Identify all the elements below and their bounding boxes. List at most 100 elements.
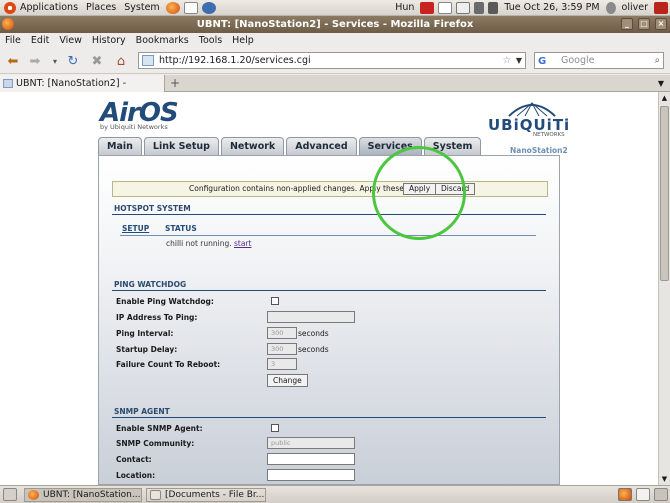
show-desktop-icon[interactable]	[3, 488, 17, 501]
applications-menu[interactable]: Applications	[0, 0, 82, 16]
menu-edit[interactable]: Edit	[26, 35, 54, 46]
url-dropdown-icon[interactable]: ▼	[516, 53, 522, 68]
ip-to-ping-input[interactable]	[267, 311, 355, 323]
network-icon[interactable]	[488, 1, 499, 14]
scroll-up-icon[interactable]: ▲	[659, 92, 670, 104]
top-panel: Applications Places System Hun Tue Oct 2…	[0, 0, 670, 16]
device-name: NanoStation2	[510, 146, 568, 155]
mail-launcher-icon[interactable]	[183, 1, 198, 14]
stop-icon[interactable]: ✖	[88, 52, 106, 70]
trash-icon[interactable]	[654, 488, 668, 501]
location-input[interactable]	[267, 469, 355, 481]
keyboard-layout-indicator[interactable]: Hun	[391, 0, 418, 16]
menu-file[interactable]: File	[0, 35, 26, 46]
enable-ping-watchdog-checkbox[interactable]	[271, 297, 279, 305]
bookmark-star-icon[interactable]: ☆	[502, 53, 511, 68]
maximize-button[interactable]: □	[638, 18, 650, 30]
taskbar-firefox-icon	[28, 490, 39, 500]
menu-history[interactable]: History	[87, 35, 131, 46]
menu-bar: File Edit View History Bookmarks Tools H…	[0, 33, 670, 48]
search-bar[interactable]: G Google ⌕	[534, 52, 664, 69]
tab-main[interactable]: Main	[98, 137, 142, 155]
unapplied-changes-notice: Configuration contains non-applied chang…	[112, 181, 548, 197]
ping-watchdog-divider	[112, 290, 546, 291]
snmp-community-input[interactable]: public	[267, 437, 355, 449]
menu-tools[interactable]: Tools	[194, 35, 227, 46]
taskbar-file-browser-window[interactable]: [Documents - File Br...	[146, 488, 266, 502]
shutdown-icon[interactable]	[654, 1, 668, 14]
enable-snmp-checkbox[interactable]	[271, 424, 279, 432]
page-scrollbar[interactable]: ▲ ▼	[658, 92, 670, 485]
snmp-community-label: SNMP Community:	[116, 439, 195, 448]
volume-icon[interactable]	[474, 1, 485, 14]
navigation-toolbar: ⬅ ➡ ▾ ↻ ✖ ⌂ http://192.168.1.20/services…	[0, 48, 670, 74]
scroll-thumb[interactable]	[660, 106, 669, 281]
tab-services[interactable]: UBNT: [NanoStation2] - Services	[0, 75, 165, 106]
contact-input[interactable]	[267, 453, 355, 465]
startup-delay-units: seconds	[298, 345, 329, 354]
ping-interval-input[interactable]: 300	[267, 327, 297, 339]
window-title: UBNT: [NanoStation2] - Services - Mozill…	[196, 19, 474, 30]
tab-bar: UBNT: [NanoStation2] - Services + ▼	[0, 75, 670, 106]
notes-icon[interactable]	[438, 1, 453, 14]
hotspot-status-text: chilli not running.	[166, 239, 232, 248]
menu-help[interactable]: Help	[227, 35, 259, 46]
highlight-circle-annotation	[372, 146, 466, 240]
ubuntu-logo-icon	[4, 1, 16, 14]
taskbar-file-browser-label: [Documents - File Br...	[165, 490, 265, 500]
hotspot-status-tab[interactable]: STATUS	[165, 224, 197, 233]
site-favicon-icon	[142, 55, 154, 66]
change-button[interactable]: Change	[267, 374, 308, 387]
tab-favicon-icon	[3, 79, 13, 88]
mail-indicator-icon[interactable]	[456, 1, 471, 14]
window-titlebar[interactable]: UBNT: [NanoStation2] - Services - Mozill…	[0, 16, 670, 33]
url-bar[interactable]: http://192.168.1.20/services.cgi ☆ ▼	[138, 52, 526, 69]
hotspot-subtab-divider	[120, 235, 536, 236]
tab-advanced[interactable]: Advanced	[286, 137, 357, 155]
search-placeholder: Google	[561, 55, 595, 66]
google-engine-icon[interactable]: G	[538, 54, 550, 67]
tab-network[interactable]: Network	[220, 137, 285, 155]
help-launcher-icon[interactable]	[201, 1, 216, 14]
bottom-taskbar: UBNT: [NanoStation... [Documents - File …	[0, 485, 670, 503]
user-switcher-icon[interactable]	[605, 1, 616, 14]
ping-interval-units: seconds	[298, 329, 329, 338]
firefox-window-icon[interactable]	[2, 18, 14, 30]
search-icon[interactable]: ⌕	[655, 53, 660, 68]
clock[interactable]: Tue Oct 26, 3:59 PM	[500, 0, 603, 16]
user-name[interactable]: oliver	[618, 0, 652, 16]
scroll-down-icon[interactable]: ▼	[659, 473, 670, 485]
system-menu[interactable]: System	[120, 0, 163, 16]
history-dropdown-icon[interactable]: ▾	[46, 52, 64, 70]
enable-snmp-label: Enable SNMP Agent:	[116, 424, 203, 433]
hotspot-start-link[interactable]: start	[234, 239, 251, 248]
places-menu[interactable]: Places	[82, 0, 120, 16]
taskbar-firefox-window[interactable]: UBNT: [NanoStation...	[24, 488, 142, 502]
menu-view[interactable]: View	[54, 35, 87, 46]
ubiquiti-networks-label: NETWORKS	[533, 132, 565, 138]
reload-icon[interactable]: ↻	[64, 52, 82, 70]
new-tab-button[interactable]: +	[170, 75, 180, 92]
hotspot-heading: HOTSPOT SYSTEM	[114, 204, 191, 213]
minimize-button[interactable]: _	[621, 18, 633, 30]
failure-count-input[interactable]: 3	[267, 358, 297, 370]
workspace-1-icon[interactable]	[618, 488, 632, 501]
home-icon[interactable]: ⌂	[112, 52, 130, 70]
close-window-button[interactable]: ×	[655, 18, 667, 30]
workspace-2-icon[interactable]	[636, 488, 650, 501]
forward-arrow-icon[interactable]: ➡	[26, 52, 44, 70]
location-label: Location:	[116, 471, 156, 480]
back-arrow-icon[interactable]: ⬅	[4, 52, 22, 70]
hotspot-setup-tab[interactable]: SETUP	[122, 224, 149, 233]
menu-bookmarks[interactable]: Bookmarks	[131, 35, 194, 46]
startup-delay-label: Startup Delay:	[116, 345, 178, 354]
startup-delay-input[interactable]: 300	[267, 343, 297, 355]
page-viewport: AirOS by Ubiquiti Networks UBiQUiTi NETW…	[0, 92, 658, 485]
tab-list-dropdown-icon[interactable]: ▼	[658, 75, 664, 92]
ip-to-ping-label: IP Address To Ping:	[116, 313, 198, 322]
firefox-launcher-icon[interactable]	[165, 1, 180, 14]
airos-logo-subtitle: by Ubiquiti Networks	[100, 123, 168, 131]
hotspot-divider	[112, 214, 546, 215]
tab-link-setup[interactable]: Link Setup	[143, 137, 219, 155]
update-alert-icon[interactable]	[420, 1, 435, 14]
